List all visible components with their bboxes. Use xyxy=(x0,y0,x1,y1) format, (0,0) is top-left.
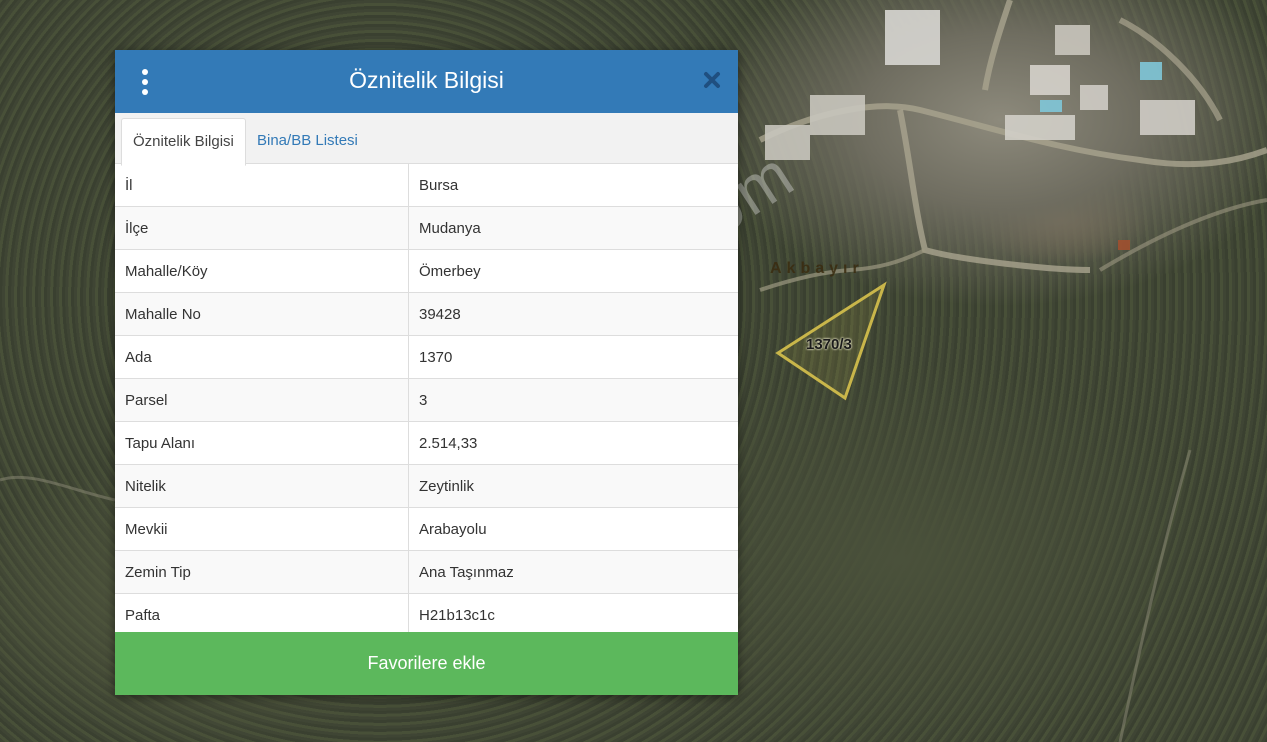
attribute-value: 39428 xyxy=(408,292,738,336)
add-to-favorites-button[interactable]: Favorilere ekle xyxy=(115,632,738,695)
attribute-key: Zemin Tip xyxy=(115,550,409,594)
attribute-dialog: Öznitelik Bilgisi Öznitelik Bilgisi Bina… xyxy=(115,50,738,695)
dialog-title: Öznitelik Bilgisi xyxy=(349,67,504,93)
tab-attribute-info[interactable]: Öznitelik Bilgisi xyxy=(121,118,246,166)
attribute-value: Ana Taşınmaz xyxy=(408,550,738,594)
table-row: İlçe Mudanya xyxy=(115,206,738,250)
table-row: Pafta H21b13c1c xyxy=(115,593,738,636)
parcel-label: 1370/3 xyxy=(806,336,852,353)
attribute-value: Ömerbey xyxy=(408,249,738,293)
table-row: Mahalle/Köy Ömerbey xyxy=(115,249,738,293)
table-row: Mevkii Arabayolu xyxy=(115,507,738,551)
tab-bar: Öznitelik Bilgisi Bina/BB Listesi xyxy=(115,113,738,166)
place-label: Akbayır xyxy=(770,260,864,277)
attribute-key: Tapu Alanı xyxy=(115,421,409,465)
tab-building-list[interactable]: Bina/BB Listesi xyxy=(246,118,369,163)
attribute-value: Arabayolu xyxy=(408,507,738,551)
attribute-key: Nitelik xyxy=(115,464,409,508)
dialog-header: Öznitelik Bilgisi xyxy=(115,50,738,113)
attribute-key: İl xyxy=(115,164,409,207)
attribute-key: Pafta xyxy=(115,593,409,636)
attribute-value: 3 xyxy=(408,378,738,422)
attribute-value: Zeytinlik xyxy=(408,464,738,508)
attribute-key: Mahalle No xyxy=(115,292,409,336)
attribute-key: Parsel xyxy=(115,378,409,422)
table-row: Nitelik Zeytinlik xyxy=(115,464,738,508)
attribute-value: H21b13c1c xyxy=(408,593,738,636)
attribute-value: Mudanya xyxy=(408,206,738,250)
table-row: Parsel 3 xyxy=(115,378,738,422)
table-row: Mahalle No 39428 xyxy=(115,292,738,336)
close-icon[interactable] xyxy=(700,68,724,92)
attribute-value: 1370 xyxy=(408,335,738,379)
table-row: Ada 1370 xyxy=(115,335,738,379)
attribute-table: İl Bursa İlçe Mudanya Mahalle/Köy Ömerbey Maha… xyxy=(115,164,738,636)
table-row: Tapu Alanı 2.514,33 xyxy=(115,421,738,465)
attribute-key: İlçe xyxy=(115,206,409,250)
attribute-value: Bursa xyxy=(419,176,459,194)
table-row: İl Bursa xyxy=(115,164,738,207)
attribute-key: Mahalle/Köy xyxy=(115,249,409,293)
attribute-key: Ada xyxy=(115,335,409,379)
table-row: Zemin Tip Ana Taşınmaz xyxy=(115,550,738,594)
attribute-value: 2.514,33 xyxy=(408,421,738,465)
attribute-key: Mevkii xyxy=(115,507,409,551)
